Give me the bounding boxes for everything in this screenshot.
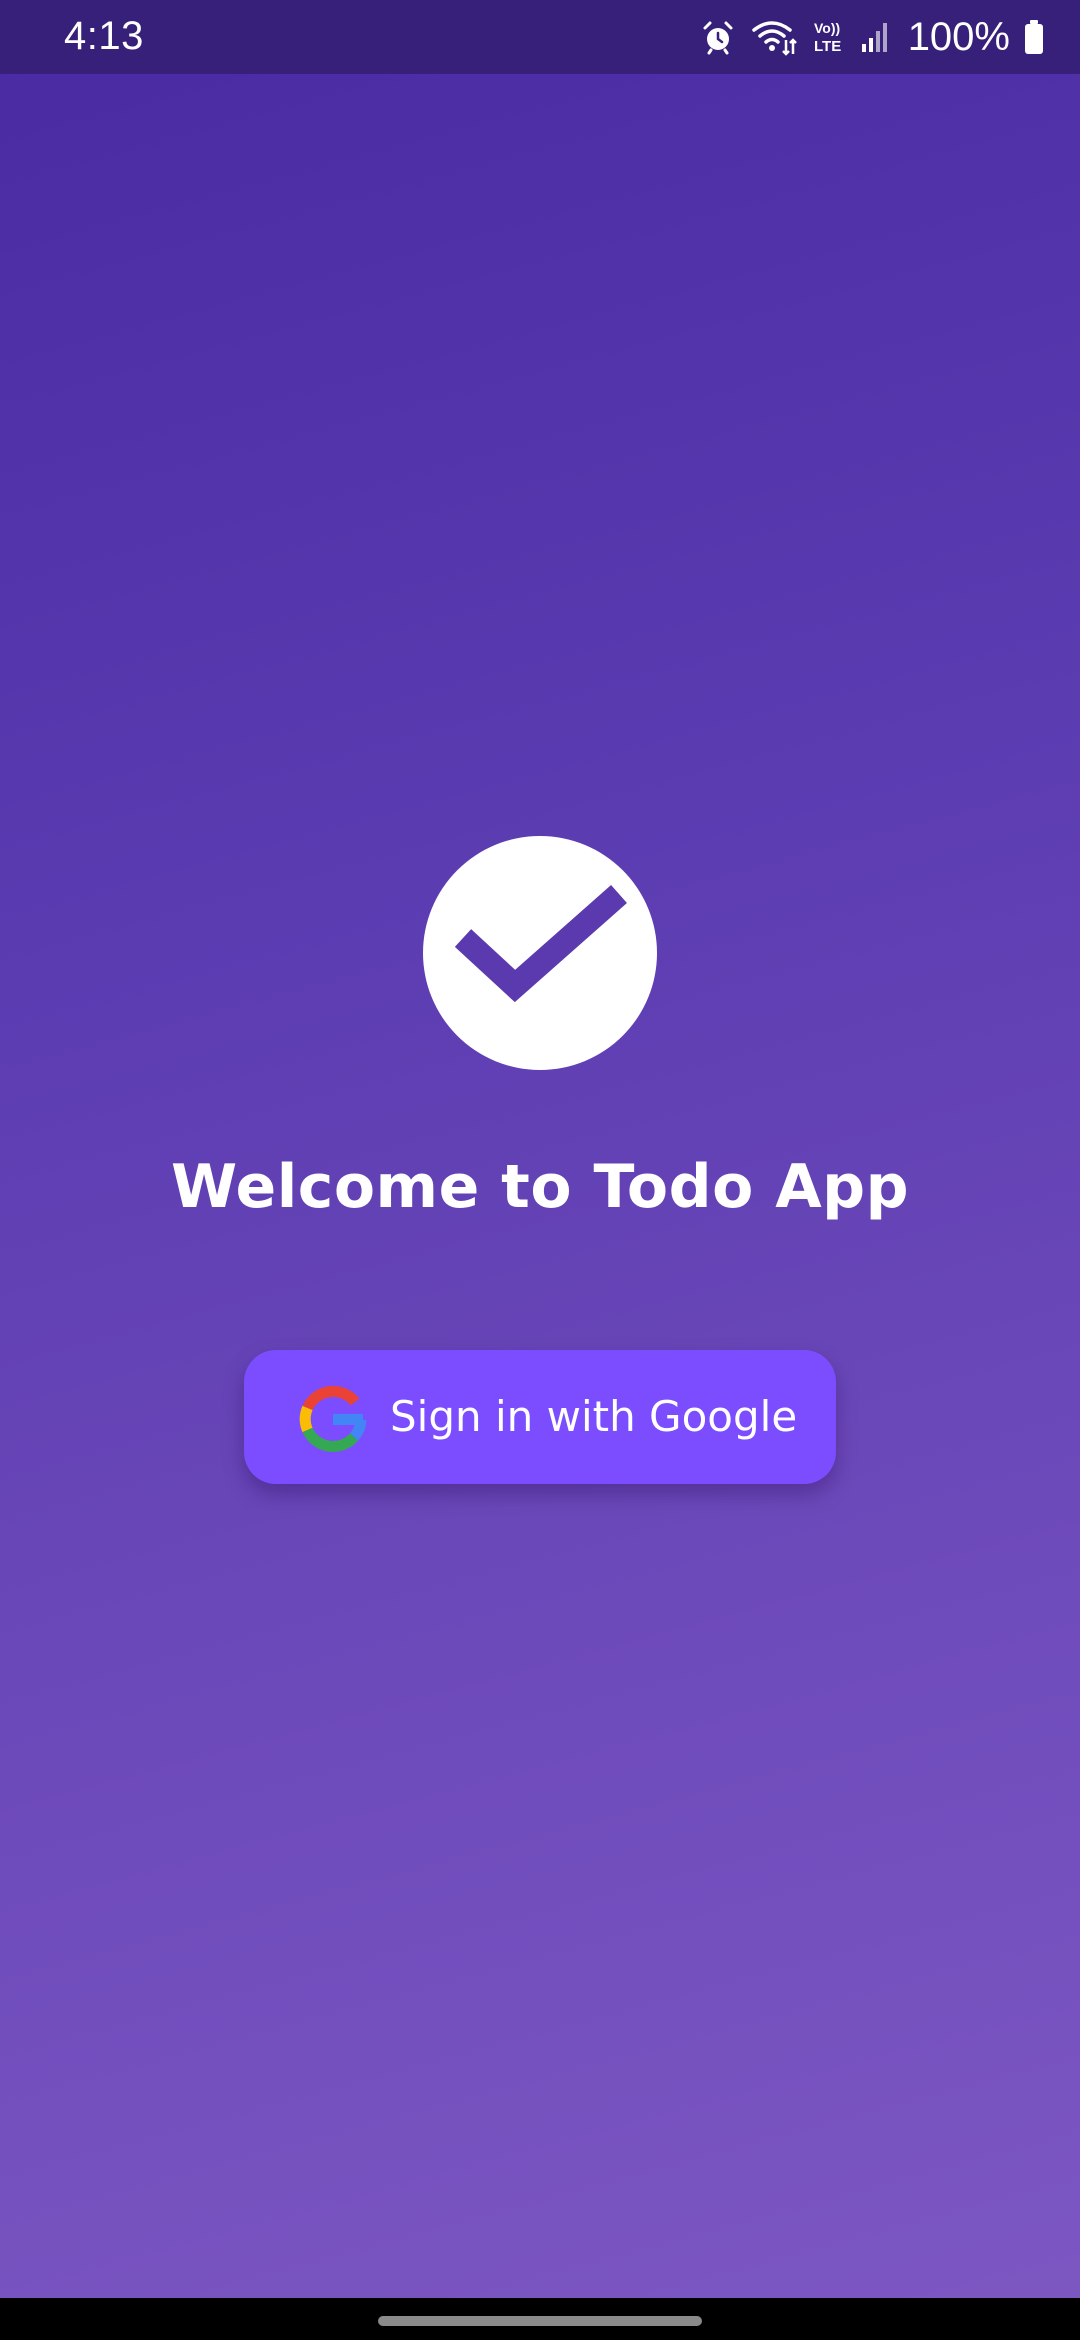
volte-icon: Vo)) LTE xyxy=(812,18,846,56)
status-bar: 4:13 Vo)) LTE 100% xyxy=(0,0,1080,74)
svg-text:LTE: LTE xyxy=(814,38,841,55)
signal-icon xyxy=(860,20,890,54)
welcome-title: Welcome to Todo App xyxy=(170,1152,910,1222)
battery-percent: 100% xyxy=(907,14,1010,59)
sign-in-with-google-button[interactable]: Sign in with Google xyxy=(244,1350,836,1484)
login-screen: 4:13 Vo)) LTE 100% Welcome to Todo App S… xyxy=(0,0,1080,2340)
check-circle-icon xyxy=(423,836,657,1070)
status-icons: Vo)) LTE 100% xyxy=(700,12,1044,62)
home-indicator[interactable] xyxy=(378,2316,702,2326)
google-icon xyxy=(298,1384,368,1454)
battery-icon xyxy=(1024,19,1044,55)
wifi-icon xyxy=(750,18,798,56)
status-time: 4:13 xyxy=(64,14,144,58)
checkmark-icon xyxy=(454,885,627,1003)
alarm-icon xyxy=(700,19,736,55)
navigation-bar xyxy=(0,2298,1080,2340)
sign-in-label: Sign in with Google xyxy=(390,1392,798,1441)
svg-text:Vo)): Vo)) xyxy=(814,20,840,36)
